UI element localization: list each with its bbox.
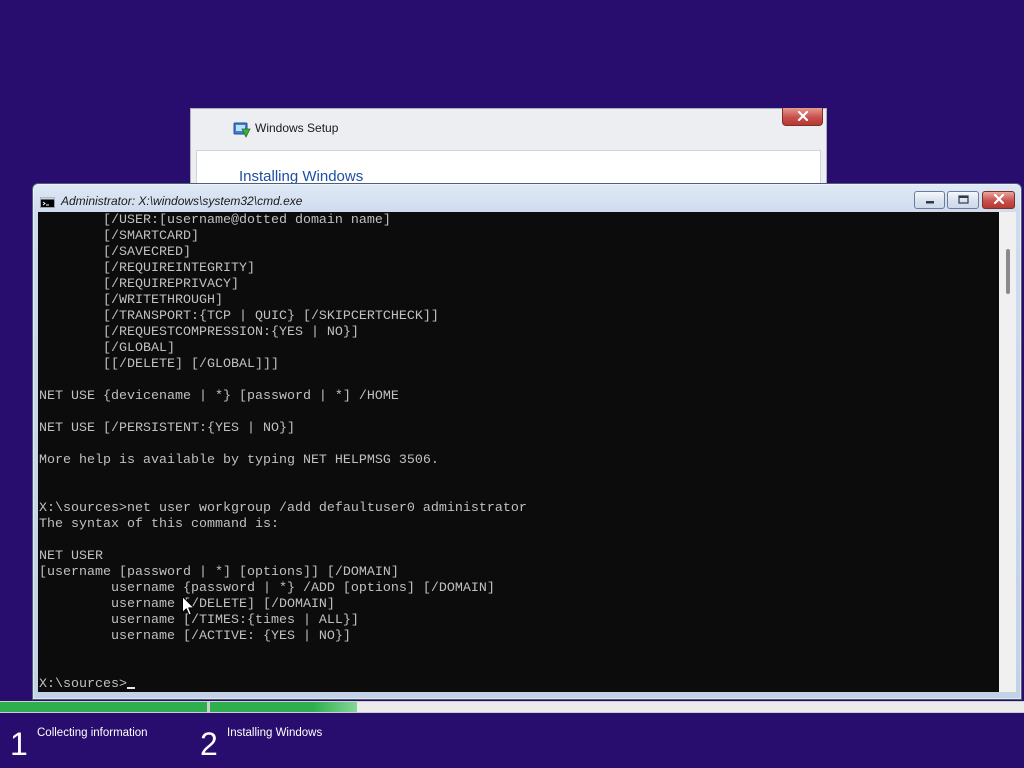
cmd-window: Administrator: X:\windows\system32\cmd.e… bbox=[32, 183, 1022, 700]
console-text: [/USER:[username@dotted domain name] [/S… bbox=[38, 212, 999, 692]
step-number: 1 bbox=[10, 726, 28, 762]
console-line: [/GLOBAL] bbox=[39, 341, 175, 356]
minimize-button[interactable] bbox=[914, 191, 945, 209]
console-line: username [/ACTIVE: {YES | NO}] bbox=[39, 629, 351, 644]
console-line: [/SAVECRED] bbox=[39, 245, 191, 260]
scrollbar-thumb[interactable] bbox=[1006, 249, 1010, 294]
step-label: Installing Windows bbox=[227, 727, 323, 739]
close-button[interactable] bbox=[982, 191, 1015, 209]
setup-window-title: Windows Setup bbox=[255, 121, 339, 135]
command-prompt-line[interactable]: X:\sources> bbox=[39, 677, 999, 692]
console-line: [/REQUIREPRIVACY] bbox=[39, 277, 239, 292]
step-number: 2 bbox=[200, 726, 218, 762]
cmd-icon bbox=[40, 195, 55, 208]
setup-title-bar[interactable]: Windows Setup bbox=[191, 108, 826, 150]
progress-fill-1 bbox=[0, 702, 207, 712]
console-line: username {password | *} /ADD [options] [… bbox=[39, 581, 495, 596]
console-line: [/REQUESTCOMPRESSION:{YES | NO}] bbox=[39, 325, 359, 340]
console-line: [[/DELETE] [/GLOBAL]]] bbox=[39, 357, 279, 372]
close-icon bbox=[993, 191, 1005, 209]
console-line: [/REQUIREINTEGRITY] bbox=[39, 261, 255, 276]
console-scrollbar[interactable] bbox=[999, 212, 1016, 692]
console-line: NET USER bbox=[39, 549, 103, 564]
cmd-title-bar[interactable]: Administrator: X:\windows\system32\cmd.e… bbox=[33, 184, 1021, 212]
step-label: Collecting information bbox=[37, 727, 148, 739]
console-line: [/SMARTCARD] bbox=[39, 229, 199, 244]
console-line: The syntax of this command is: bbox=[39, 517, 279, 532]
minimize-icon bbox=[925, 191, 935, 209]
console-line: X:\sources>net user workgroup /add defau… bbox=[39, 501, 527, 516]
console-line: NET USE [/PERSISTENT:{YES | NO}] bbox=[39, 421, 295, 436]
console-line: [/USER:[username@dotted domain name] bbox=[39, 213, 391, 228]
setup-close-button[interactable] bbox=[782, 108, 823, 126]
progress-fill-2 bbox=[210, 702, 357, 712]
console-line: [/TRANSPORT:{TCP | QUIC} [/SKIPCERTCHECK… bbox=[39, 309, 439, 324]
console-line: [/WRITETHROUGH] bbox=[39, 293, 223, 308]
console-line: [username [password | *] [options]] [/DO… bbox=[39, 565, 399, 580]
command-prompt: X:\sources> bbox=[39, 677, 127, 692]
progress-segment-1 bbox=[0, 702, 207, 712]
console-line: More help is available by typing NET HEL… bbox=[39, 453, 439, 468]
text-cursor bbox=[126, 687, 135, 689]
close-icon bbox=[797, 108, 809, 126]
progress-segment-2 bbox=[210, 702, 1024, 712]
setup-progress-bar bbox=[0, 701, 1024, 713]
windows-setup-icon bbox=[233, 120, 251, 138]
mouse-pointer-icon bbox=[182, 596, 195, 616]
console-line: NET USE {devicename | *} [password | *] … bbox=[39, 389, 399, 404]
setup-steps: 1 Collecting information 2 Installing Wi… bbox=[0, 713, 1024, 768]
maximize-button[interactable] bbox=[947, 191, 979, 209]
console-output[interactable]: [/USER:[username@dotted domain name] [/S… bbox=[38, 212, 999, 692]
maximize-icon bbox=[957, 191, 969, 209]
cmd-window-title: Administrator: X:\windows\system32\cmd.e… bbox=[61, 194, 303, 208]
